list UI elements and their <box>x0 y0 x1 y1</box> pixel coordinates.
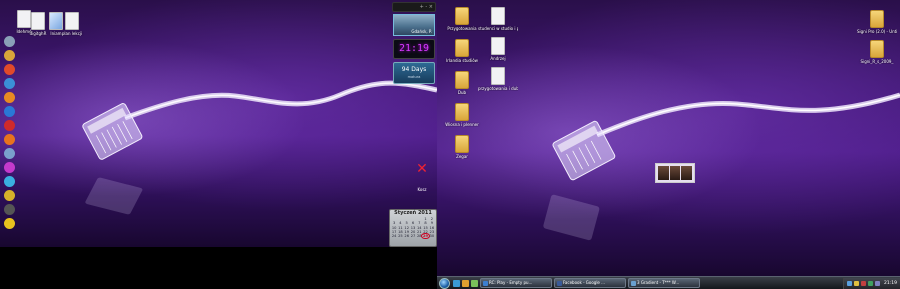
desktop-file-0[interactable]: studenci w studio i pogrzebany <box>478 7 518 31</box>
chrome-icon[interactable] <box>4 64 15 75</box>
star-icon[interactable] <box>4 218 15 229</box>
firefox-icon[interactable] <box>4 134 15 145</box>
internet-explorer-icon[interactable] <box>4 106 15 117</box>
desktop-file-1[interactable]: Andrzej <box>478 37 518 61</box>
app-icon <box>483 280 488 286</box>
desktop-icon-label: Wiosna i plenner <box>445 122 479 127</box>
desktop-folder-2[interactable]: Dub <box>442 71 482 95</box>
desktop-shortcut-0[interactable]: Signi Pro (2.0) - Untitled <box>857 10 897 34</box>
right-monitor: Przygotowania Irlandia studiów Dub Wiosna i… <box>437 0 900 289</box>
slideshow-caption: Gdańsk, P. <box>411 29 432 34</box>
tools-icon[interactable] <box>4 92 15 103</box>
app-icon <box>557 280 562 286</box>
folder-icon <box>455 71 469 89</box>
user-icon[interactable] <box>4 148 15 159</box>
document-icon <box>491 37 505 55</box>
desktop-icon-label: Signi_R_s_2009_ <box>860 59 894 64</box>
desktop-file-2[interactable]: przygotowania i dub <box>478 67 518 91</box>
quicklaunch-ie-icon[interactable] <box>453 279 460 287</box>
network-icon[interactable] <box>847 280 853 286</box>
desktop-icon-label: Zegar <box>456 154 468 159</box>
document-icon <box>491 7 505 25</box>
desktop-folder-4[interactable]: Zegar <box>442 135 482 159</box>
recycle-bin-icon: ✕ <box>416 161 428 177</box>
taskbar: RC: Play - Empty pu... Facebook - Google… <box>437 276 900 289</box>
desktop-icon-label: Signi Pro (2.0) - Untitled <box>857 29 897 34</box>
desktop-folder-1[interactable]: Irlandia studiów <box>442 39 482 63</box>
media-player-icon[interactable] <box>4 78 15 89</box>
quicklaunch-folder-icon[interactable] <box>462 279 469 287</box>
folder-icon[interactable] <box>4 50 15 61</box>
desktop-icon-label: przygotowania i dub <box>478 86 518 91</box>
calendar-grid: 1 2 3 4 5 6 7 8 9 10 11 12 13 14 15 16 17 18 19 20 21 22 23 24 2… <box>390 217 436 240</box>
taskbar-clock[interactable]: 21:19 <box>884 281 897 286</box>
update-icon[interactable] <box>868 280 874 286</box>
system-tray: 21:19 <box>843 277 900 289</box>
photo-thumbnail <box>658 166 669 180</box>
countdown-caption: matura <box>407 75 421 79</box>
app-icon <box>631 280 636 286</box>
desktop-shortcut-1[interactable]: Signi_R_s_2009_ <box>857 40 897 64</box>
photo-thumbnail <box>669 166 681 180</box>
folder-icon <box>455 103 469 121</box>
desktop-icon-label: Przygotowania <box>447 26 477 31</box>
ethernet-cable-image <box>82 80 437 215</box>
desktop-icon-label: Andrzej <box>490 56 506 61</box>
left-monitor: Idehmé digitghR Iniam plan lekcji + - × … <box>0 0 437 289</box>
opera-icon[interactable] <box>4 120 15 131</box>
photo-thumbnails-window[interactable] <box>655 163 695 183</box>
document-icon <box>65 12 79 30</box>
volume-icon[interactable] <box>854 280 860 286</box>
desktop-folder-0[interactable]: Przygotowania <box>442 7 482 31</box>
desktop-icon-label: Dub <box>457 90 467 95</box>
recycle-bin-icon[interactable] <box>4 36 15 47</box>
gadget-toolbar[interactable]: + - × <box>392 2 436 12</box>
recycle-bin-shortcut[interactable]: ✕ Kosz <box>412 162 432 195</box>
folder-icon <box>870 10 884 28</box>
taskbar-button-rc-play[interactable]: RC: Play - Empty pu... <box>480 278 552 288</box>
folder-icon <box>455 135 469 153</box>
calendar-gadget[interactable]: Styczeń 2011 1 2 3 4 5 6 7 8 9 10 11 12 13 14 15 16 17 18… <box>389 209 437 247</box>
photo-thumbnail <box>681 166 693 180</box>
left-wallpaper: Idehmé digitghR Iniam plan lekcji + - × … <box>0 0 437 247</box>
taskbar-button-facebook[interactable]: Facebook - Google ... <box>554 278 626 288</box>
globe-icon[interactable] <box>4 176 15 187</box>
slideshow-gadget[interactable]: Gdańsk, P. <box>393 14 435 36</box>
folder-icon <box>455 7 469 25</box>
folder-icon <box>455 39 469 57</box>
quicklaunch-media-icon[interactable] <box>471 279 478 287</box>
lock-icon[interactable] <box>4 190 15 201</box>
document-icon <box>491 67 505 85</box>
countdown-gadget[interactable]: 94 Days matura <box>393 62 435 84</box>
countdown-days: 94 Days <box>401 66 427 73</box>
search-icon[interactable] <box>4 204 15 215</box>
folder-icon <box>870 40 884 58</box>
desktop-icon-label: studenci w studio i pogrzebany <box>478 26 518 31</box>
clock-gadget[interactable]: 21:19 <box>393 39 435 59</box>
right-wallpaper: Przygotowania Irlandia studiów Dub Wiosna i… <box>437 0 900 276</box>
start-orb-icon[interactable] <box>439 277 450 289</box>
desktop-icon-label: Irlandia studiów <box>446 58 478 63</box>
battery-icon[interactable] <box>875 280 881 286</box>
calendar-day[interactable]: 30 <box>429 234 435 238</box>
desktop-icon-plan-lekcji[interactable]: plan lekcji <box>52 12 92 36</box>
desktop-folder-3[interactable]: Wiosna i plenner <box>442 103 482 127</box>
calendar-title: Styczeń 2011 <box>394 210 432 216</box>
security-icon[interactable] <box>861 280 867 286</box>
side-dock <box>3 36 17 232</box>
help-icon[interactable] <box>4 162 15 173</box>
taskbar-button-gradient[interactable]: 3 Gradient - T*** W... <box>628 278 700 288</box>
